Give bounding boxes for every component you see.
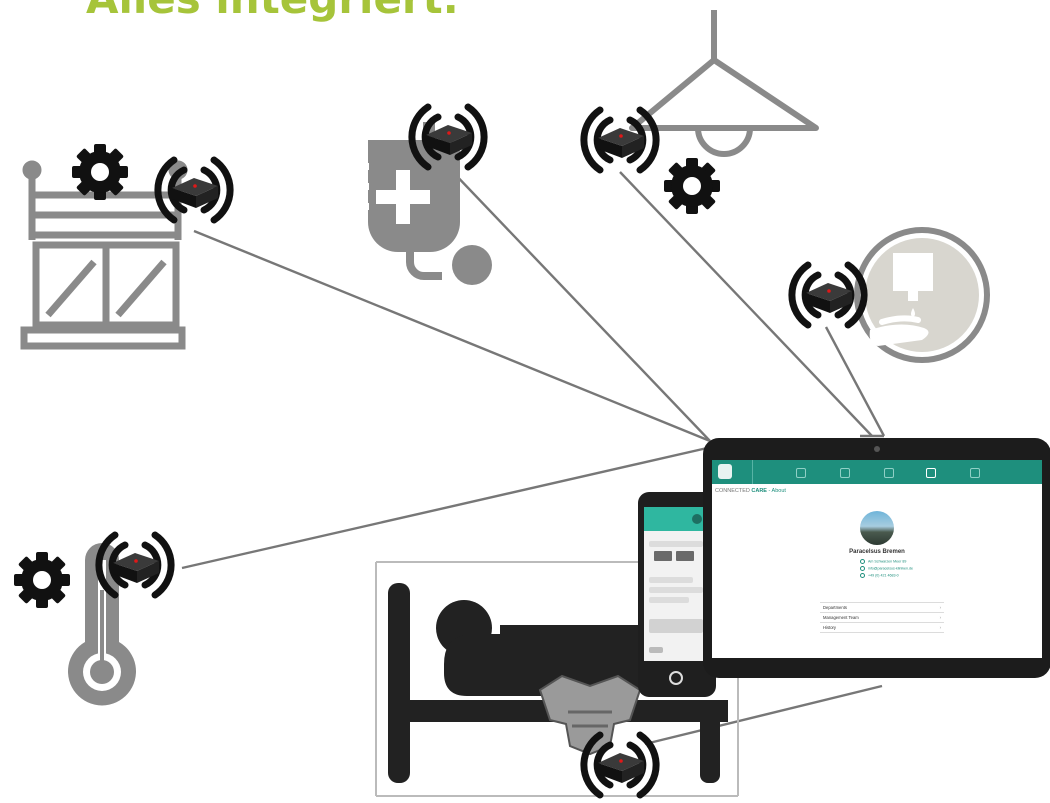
breadcrumb: CONNECTED CARE - About [715,488,786,494]
list-item-history[interactable]: History › [820,622,944,633]
list-item-departments[interactable]: Departments › [820,602,944,612]
sensor-icon-sanitizer [792,265,864,325]
contact-email[interactable]: info@paracelsus-kliniken.de [860,566,913,571]
phone-input-bar [649,647,663,653]
about-menu-list: Departments › Management Team › History › [820,602,944,633]
phone-chat-bubble [649,587,703,593]
integration-diagram [14,10,990,803]
nav-icon-building-active[interactable] [926,468,936,478]
profile-name: Paracelsus Bremen [849,549,905,555]
phone-chat-bubble [649,619,703,633]
phone-photo-thumbnail [654,551,672,561]
connection-line-window [193,229,711,443]
phone-profile-icon [692,514,702,524]
nav-icon-2[interactable] [840,468,850,478]
gear-icon-lamp [664,158,720,214]
gear-icon-thermostat [14,552,70,608]
phone-icon [860,573,865,578]
profile-avatar [860,511,894,545]
phone-chat-bubble [649,541,703,547]
chevron-right-icon: › [939,605,941,610]
sensor-icon-lamp [584,110,656,170]
connection-line-iv-bag [449,168,711,442]
gear-icon-window [72,144,128,200]
chevron-right-icon: › [939,615,941,620]
phone-screen [644,507,710,661]
list-item-management-team[interactable]: Management Team › [820,612,944,622]
hand-sanitizer-icon [854,227,990,363]
contact-address[interactable]: Am Schwarzen Meer 89 [860,559,906,564]
sensor-icon-window [158,160,230,220]
mail-icon [860,566,865,571]
phone-home-button[interactable] [669,671,683,685]
phone-photo-thumbnail [676,551,694,561]
ceiling-lamp-icon [629,10,819,157]
nav-icon-3[interactable] [884,468,894,478]
nav-icon-1[interactable] [796,468,806,478]
contact-phone[interactable]: +49 (0) 421 4683-0 [860,573,899,578]
headline: Alles integriert. [86,0,459,23]
app-logo-icon[interactable] [718,464,732,479]
tablet-device: CONNECTED CARE - About Paracelsus Bremen… [703,438,1050,678]
tablet-screen: CONNECTED CARE - About Paracelsus Bremen… [712,460,1042,658]
phone-chat-bubble [649,597,689,603]
connection-line-thermostat [181,444,717,570]
tablet-app-navbar [712,460,1042,484]
chevron-right-icon: › [939,625,941,630]
sensor-icon-thermostat [99,535,171,595]
phone-app-header [644,507,710,531]
navbar-divider [752,460,753,484]
nav-icon-5[interactable] [970,468,980,478]
tablet-camera [874,446,880,452]
sensor-icon-bed [584,735,656,795]
phone-chat-bubble [649,577,693,583]
location-icon [860,559,865,564]
